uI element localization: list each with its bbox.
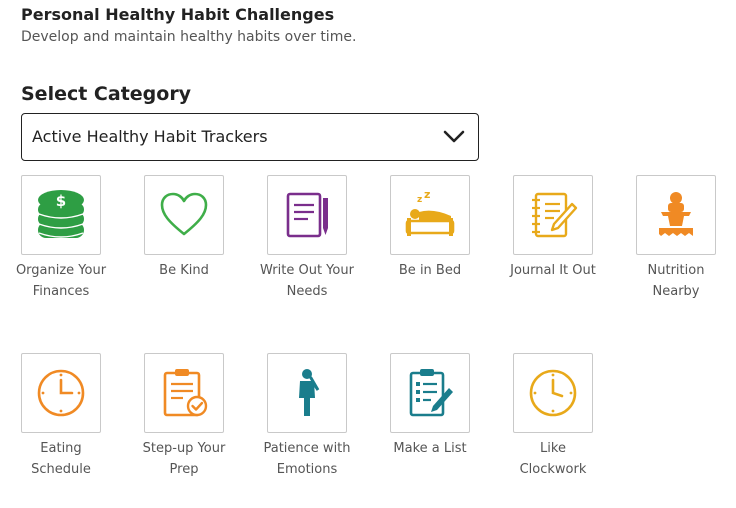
tile-label: Eating Schedule xyxy=(31,441,91,477)
tile-label: Nutrition Nearby xyxy=(647,263,705,299)
tile-label: Like Clockwork xyxy=(519,441,587,477)
tile-be-in-bed[interactable]: z z Be in Bed xyxy=(382,175,478,282)
svg-text:$: $ xyxy=(56,192,66,210)
tile-label: Be Kind xyxy=(159,263,209,278)
svg-text:z: z xyxy=(424,188,430,201)
tile-label: Organize Your Finances xyxy=(15,263,107,299)
tile-label: Step-up Your Prep xyxy=(142,441,226,477)
tile-make-a-list[interactable]: Make a List xyxy=(382,353,478,460)
tile-icon-box xyxy=(267,353,347,433)
checklist-pen-icon xyxy=(409,369,453,417)
notebook-pen-icon xyxy=(286,192,328,238)
tile-nutrition-nearby[interactable]: Nutrition Nearby xyxy=(628,175,724,302)
tile-icon-box xyxy=(513,175,593,255)
thinking-person-icon xyxy=(299,369,320,416)
money-stack-icon: $ xyxy=(38,190,84,238)
tile-icon-box xyxy=(636,175,716,255)
tile-icon-box xyxy=(390,353,470,433)
tile-icon-box xyxy=(513,353,593,433)
tile-icon-box xyxy=(21,353,101,433)
tile-label: Be in Bed xyxy=(398,263,462,278)
tile-be-kind[interactable]: Be Kind xyxy=(136,175,232,282)
clipboard-check-icon xyxy=(163,369,208,417)
clock-icon xyxy=(529,369,577,417)
category-selected-value: Active Healthy Habit Trackers xyxy=(32,127,268,146)
tile-patience-with-emotions[interactable]: Patience with Emotions xyxy=(259,353,355,480)
tile-eating-schedule[interactable]: Eating Schedule xyxy=(13,353,109,480)
sleeping-bed-icon: z z xyxy=(405,188,455,236)
tile-icon-box xyxy=(144,175,224,255)
tile-label: Make a List xyxy=(393,441,467,456)
tile-label: Patience with Emotions xyxy=(263,441,351,477)
tile-label: Write Out Your Needs xyxy=(260,263,354,299)
page-title: Personal Healthy Habit Challenges xyxy=(21,5,335,24)
tile-journal-it-out[interactable]: Journal It Out xyxy=(505,175,601,282)
category-label: Select Category xyxy=(21,83,192,105)
category-select[interactable]: Active Healthy Habit Trackers xyxy=(21,113,479,161)
mortar-pestle-icon xyxy=(659,192,693,236)
tile-organize-your-finances[interactable]: $ Organize Your Finances xyxy=(13,175,109,302)
tile-label: Journal It Out xyxy=(510,263,596,278)
tile-write-out-your-needs[interactable]: Write Out Your Needs xyxy=(259,175,355,302)
journal-pencil-icon xyxy=(532,192,578,238)
tile-icon-box: $ xyxy=(21,175,101,255)
page-subtitle: Develop and maintain healthy habits over… xyxy=(21,29,357,45)
clock-icon xyxy=(37,369,85,417)
heart-icon xyxy=(160,192,208,236)
tile-icon-box xyxy=(267,175,347,255)
tile-step-up-your-prep[interactable]: Step-up Your Prep xyxy=(136,353,232,480)
svg-text:z: z xyxy=(417,195,422,205)
tile-icon-box: z z xyxy=(390,175,470,255)
tile-like-clockwork[interactable]: Like Clockwork xyxy=(505,353,601,480)
tile-icon-box xyxy=(144,353,224,433)
chevron-down-icon xyxy=(443,130,465,143)
